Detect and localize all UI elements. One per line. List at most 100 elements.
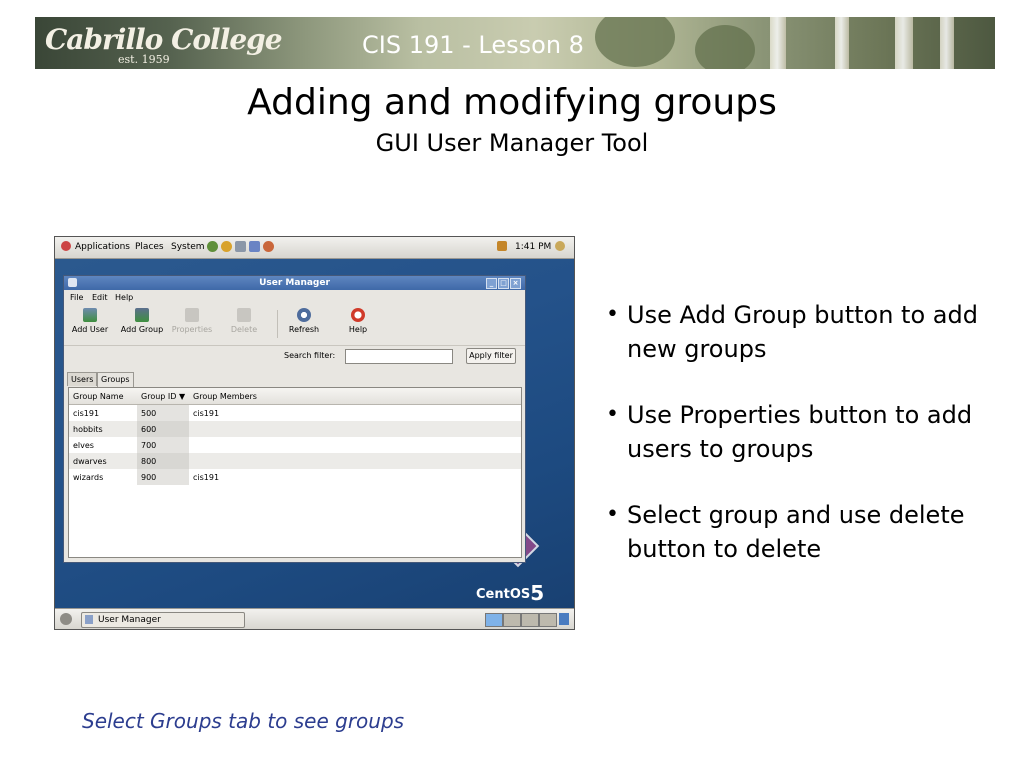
help-label: Help — [348, 325, 368, 334]
centos-version: 5 — [530, 581, 545, 605]
user-manager-window: User Manager _ □ × File Edit Help Add Us… — [63, 275, 526, 563]
tab-users[interactable]: Users — [67, 372, 98, 386]
tree-decoration — [695, 25, 755, 69]
user-manager-task-icon — [85, 615, 93, 624]
cell-group-name: cis191 — [73, 409, 100, 418]
column-group-members[interactable]: Group Members — [193, 392, 257, 401]
column-group-id[interactable]: Group ID — [141, 392, 176, 401]
apply-filter-button[interactable]: Apply filter — [466, 348, 516, 364]
cell-group-members: cis191 — [193, 473, 220, 482]
table-row[interactable]: wizards 900 cis191 — [69, 469, 521, 485]
cell-group-name: wizards — [73, 473, 104, 482]
slide-subtitle: GUI User Manager Tool — [375, 129, 649, 157]
groups-table: Group Name Group ID ▼ Group Members cis1… — [68, 387, 522, 558]
lesson-title: CIS 191 - Lesson 8 — [362, 31, 584, 59]
cell-group-id: 800 — [141, 457, 157, 466]
table-row[interactable]: hobbits 600 — [69, 421, 521, 437]
delete-icon — [237, 308, 251, 322]
properties-icon — [185, 308, 199, 322]
places-menu[interactable]: Places — [135, 242, 164, 252]
workspace-2[interactable] — [503, 613, 521, 627]
volume-icon[interactable] — [555, 241, 565, 251]
add-user-label: Add User — [71, 325, 109, 334]
system-menu[interactable]: System — [171, 242, 205, 252]
search-filter-label: Search filter: — [284, 351, 336, 360]
menu-edit[interactable]: Edit — [92, 293, 108, 302]
cell-group-name: elves — [73, 441, 94, 450]
bullet-text: Use Add Group button to add new groups — [627, 301, 978, 363]
tab-groups[interactable]: Groups — [97, 372, 134, 387]
applications-menu[interactable]: Applications — [75, 242, 130, 252]
add-group-label: Add Group — [120, 325, 164, 334]
email-icon[interactable] — [221, 241, 232, 252]
close-icon[interactable]: × — [510, 278, 521, 289]
header-banner: Cabrillo College est. 1959 CIS 191 - Les… — [35, 17, 995, 69]
column-decoration — [770, 17, 786, 69]
table-row[interactable]: dwarves 800 — [69, 453, 521, 469]
column-group-name[interactable]: Group Name — [73, 392, 124, 401]
desktop-screenshot: Applications Places System 1:41 PM CentO… — [54, 236, 575, 630]
college-logo-sub: est. 1959 — [118, 53, 170, 66]
editor-icon[interactable] — [249, 241, 260, 252]
bullet-dot: • — [606, 302, 619, 327]
help-button[interactable]: Help — [332, 308, 384, 334]
update-icon[interactable] — [263, 241, 274, 252]
top-panel: Applications Places System 1:41 PM — [55, 237, 574, 259]
clock[interactable]: 1:41 PM — [515, 242, 551, 252]
table-row[interactable]: cis191 500 cis191 — [69, 405, 521, 421]
bullet-item: • Use Properties button to add users to g… — [606, 398, 986, 466]
properties-button[interactable]: Properties — [166, 308, 218, 334]
cell-group-members: cis191 — [193, 409, 220, 418]
workspace-1[interactable] — [485, 613, 503, 627]
help-icon — [351, 308, 365, 322]
search-filter-input[interactable] — [345, 349, 453, 364]
search-row: Search filter: Apply filter — [64, 346, 525, 368]
refresh-button[interactable]: Refresh — [278, 308, 330, 334]
column-decoration — [940, 17, 954, 69]
bullet-text: Use Properties button to add users to gr… — [627, 401, 973, 463]
cell-group-id: 900 — [141, 473, 157, 482]
toolbar: Add User Add Group Properties Delete Ref… — [64, 305, 525, 346]
centos-brand: CentOS5 — [476, 581, 544, 605]
menu-file[interactable]: File — [70, 293, 83, 302]
delete-label: Delete — [230, 325, 258, 334]
college-logo: Cabrillo College — [45, 23, 283, 56]
bottom-panel: User Manager — [55, 608, 574, 629]
add-group-icon — [135, 308, 149, 322]
minimize-icon[interactable]: _ — [486, 278, 497, 289]
bullet-text: Select group and use delete button to de… — [627, 501, 965, 563]
workspace-4[interactable] — [539, 613, 557, 627]
properties-label: Properties — [171, 325, 213, 334]
table-header: Group Name Group ID ▼ Group Members — [69, 388, 521, 405]
bullet-item: • Use Add Group button to add new groups — [606, 298, 986, 366]
maximize-icon[interactable]: □ — [498, 278, 509, 289]
window-title: User Manager — [259, 278, 330, 288]
sort-descending-icon: ▼ — [179, 392, 186, 401]
cell-group-id: 700 — [141, 441, 157, 450]
centos-name: CentOS — [476, 587, 531, 602]
workspace-3[interactable] — [521, 613, 539, 627]
bullet-dot: • — [606, 402, 619, 427]
cell-group-name: dwarves — [73, 457, 107, 466]
foot-icon — [61, 241, 71, 251]
tree-decoration — [595, 17, 675, 67]
notes-icon[interactable] — [497, 241, 507, 251]
bullet-dot: • — [606, 502, 619, 527]
refresh-icon — [297, 308, 311, 322]
add-user-button[interactable]: Add User — [64, 308, 116, 334]
cell-group-id: 600 — [141, 425, 157, 434]
taskbar-user-manager[interactable]: User Manager — [81, 612, 245, 628]
trash-icon[interactable] — [559, 613, 569, 625]
show-desktop-icon[interactable] — [60, 613, 72, 625]
cell-group-id: 500 — [141, 409, 157, 418]
bullet-item: • Select group and use delete button to d… — [606, 498, 986, 566]
add-group-button[interactable]: Add Group — [116, 308, 168, 334]
taskbar-user-manager-label: User Manager — [98, 615, 161, 625]
network-icon[interactable] — [235, 241, 246, 252]
table-row[interactable]: elves 700 — [69, 437, 521, 453]
browser-icon[interactable] — [207, 241, 218, 252]
delete-button[interactable]: Delete — [218, 308, 270, 334]
menu-help[interactable]: Help — [115, 293, 133, 302]
window-titlebar[interactable]: User Manager _ □ × — [64, 276, 525, 290]
refresh-label: Refresh — [288, 325, 320, 334]
